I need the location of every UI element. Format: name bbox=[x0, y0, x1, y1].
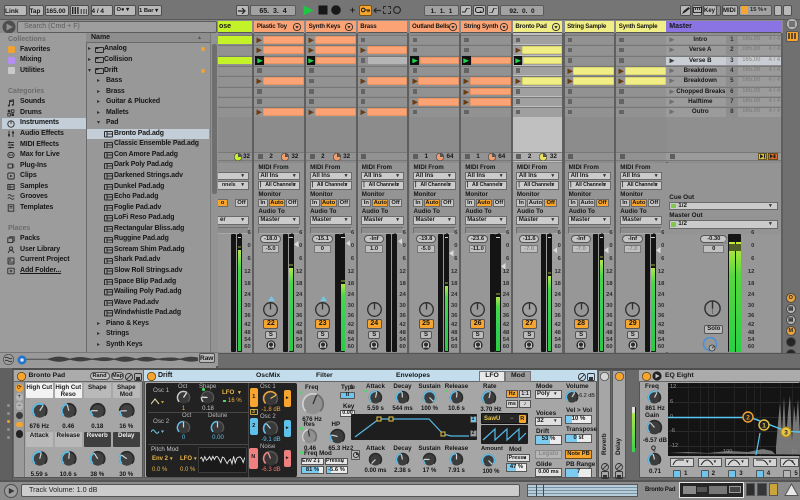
svg-text:2: 2 bbox=[746, 415, 750, 422]
svg-text:1: 1 bbox=[762, 423, 766, 430]
svg-text:3: 3 bbox=[784, 430, 788, 437]
